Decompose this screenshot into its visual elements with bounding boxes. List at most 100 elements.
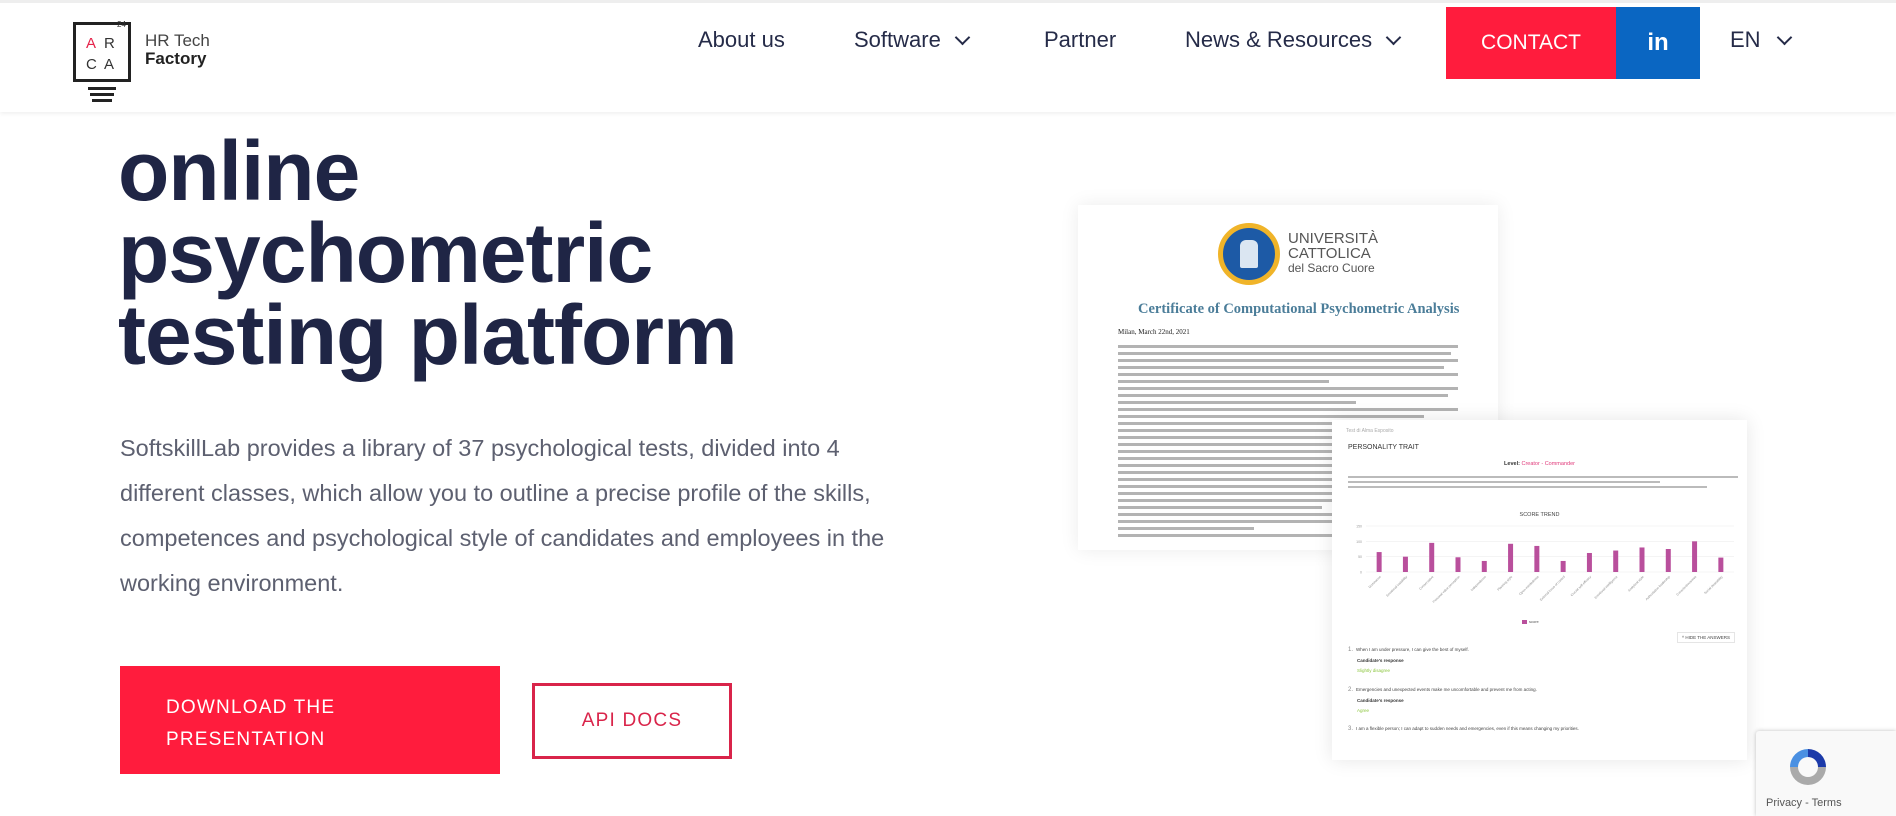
nav-label: News & Resources — [1185, 27, 1373, 52]
language-selector[interactable]: EN — [1730, 27, 1792, 53]
certificate-text-line — [1118, 527, 1254, 530]
chart-bar — [1718, 557, 1724, 572]
nav-label: About us — [698, 27, 785, 52]
logo-superscript: 24 — [117, 20, 126, 29]
chart-bar — [1508, 543, 1514, 572]
certificate-date: Milan, March 22nd, 2021 — [1118, 328, 1190, 336]
logo-letter: A — [104, 56, 117, 73]
response-value: Slightly disagree — [1357, 668, 1391, 673]
hero-title-line: testing platform — [118, 288, 738, 382]
language-label: EN — [1730, 27, 1761, 52]
download-presentation-button[interactable]: DOWNLOAD THE PRESENTATION — [120, 666, 500, 774]
certificate-text-line — [1118, 506, 1322, 509]
x-tick-label: Emotional intelligence — [1594, 575, 1619, 600]
nav-partner[interactable]: Partner — [1044, 27, 1116, 53]
x-tick-label: External locus of control — [1539, 575, 1566, 602]
x-tick-label: Analytical style — [1627, 575, 1645, 593]
y-tick-label: 150 — [1356, 525, 1362, 529]
x-tick-label: Conservative — [1418, 575, 1434, 591]
hero-title-line: psychometric — [118, 206, 653, 300]
button-label-line: DOWNLOAD THE — [166, 697, 336, 718]
chart-bar — [1560, 560, 1566, 572]
linkedin-button[interactable]: in — [1616, 7, 1700, 79]
question-item: 2. Emergencies and unexpected events make… — [1348, 687, 1537, 693]
legend-swatch — [1522, 619, 1527, 624]
chart-bar — [1586, 552, 1592, 572]
chart-bar — [1481, 560, 1487, 572]
certificate-text-line — [1118, 534, 1356, 537]
x-tick-label: Authoritative leadership — [1645, 575, 1672, 602]
api-docs-button[interactable]: API DOCS — [532, 683, 732, 759]
question-item: 3. I am a flexible person; I can adapt to… — [1348, 726, 1579, 732]
question-number: 2. — [1348, 687, 1354, 693]
y-tick-label: 100 — [1356, 540, 1362, 544]
certificate-text-line — [1118, 408, 1458, 411]
response-label: Candidate's response — [1357, 658, 1404, 663]
site-header: A R C A 24 HR Tech Factory About us Soft… — [0, 0, 1896, 112]
level-label: Level: — [1504, 461, 1520, 467]
hide-answers-button: ^ HIDE THE ANSWERS — [1676, 632, 1735, 643]
logo-letter: C — [86, 56, 99, 73]
logo-box: A R C A — [73, 22, 131, 82]
button-label-line: PRESENTATION — [166, 729, 326, 750]
certificate-text-line — [1118, 387, 1458, 390]
recaptcha-badge[interactable]: Privacy - Terms — [1756, 731, 1896, 816]
question-number: 3. — [1348, 726, 1354, 732]
certificate-title: Certificate of Computational Psychometri… — [1138, 301, 1460, 317]
chart-bar — [1665, 549, 1671, 572]
contact-button[interactable]: CONTACT — [1446, 7, 1616, 79]
nav-news-resources[interactable]: News & Resources — [1185, 27, 1402, 53]
chart-bar — [1402, 556, 1408, 572]
linkedin-icon: in — [1647, 29, 1669, 56]
report-back-link: Test di Alma Esposito — [1346, 428, 1394, 434]
university-name-line: CATTOLICA — [1288, 245, 1371, 262]
university-name-line: del Sacro Cuore — [1288, 261, 1375, 275]
university-seal-icon — [1218, 223, 1280, 285]
chart-bar — [1692, 541, 1698, 572]
level-value: Creator - Commander — [1521, 461, 1575, 467]
university-name-line: UNIVERSITÀ — [1288, 230, 1379, 247]
chart-bar — [1613, 550, 1619, 572]
certificate-text-line — [1118, 359, 1458, 362]
certificate-text-line — [1118, 401, 1356, 404]
chevron-down-icon — [954, 29, 971, 45]
terms-link[interactable]: Terms — [1812, 797, 1842, 809]
university-name: UNIVERSITÀ CATTOLICA del Sacro Cuore — [1288, 231, 1378, 276]
x-tick-label: Social desirability — [1703, 575, 1724, 596]
certificate-text-line — [1118, 366, 1445, 369]
logo-text-line1: HR Tech — [145, 31, 210, 50]
hero-title-line: online — [118, 124, 360, 218]
logo-letter: A — [86, 35, 99, 52]
chart-bar — [1376, 552, 1382, 572]
x-tick-label: Crucial self-efficacy — [1570, 575, 1593, 598]
certificate-text-line — [1118, 394, 1448, 397]
report-description — [1348, 476, 1738, 491]
hero-title: online psychometric testing platform — [118, 124, 878, 382]
x-tick-label: Conscientiousness — [1676, 575, 1698, 597]
nav-about-us[interactable]: About us — [698, 27, 785, 53]
arca-logo[interactable]: A R C A 24 HR Tech Factory — [73, 19, 233, 102]
response-label: Candidate's response — [1357, 698, 1404, 703]
report-level: Level: Creator - Commander — [1332, 461, 1747, 467]
certificate-text-line — [1118, 352, 1452, 355]
y-tick-label: 50 — [1358, 555, 1362, 559]
chart-title: SCORE TREND — [1519, 512, 1560, 518]
recaptcha-icon — [1790, 749, 1826, 785]
chart-bar — [1455, 557, 1461, 572]
x-tick-label: Emotional instability — [1385, 575, 1408, 598]
report-preview: Test di Alma Esposito PERSONALITY TRAIT … — [1332, 420, 1747, 760]
report-section-title: PERSONALITY TRAIT — [1348, 444, 1419, 451]
question-text: When I am under pressure, I can give the… — [1356, 647, 1469, 652]
recaptcha-links: Privacy - Terms — [1766, 797, 1842, 809]
nav-software[interactable]: Software — [854, 27, 971, 53]
x-tick-label: Independence — [1470, 575, 1487, 592]
hero-description: SoftskillLab provides a library of 37 ps… — [120, 435, 885, 596]
response-value: Agree — [1357, 708, 1370, 713]
privacy-link[interactable]: Privacy — [1766, 797, 1802, 809]
logo-text-line2: Factory — [145, 49, 207, 68]
x-tick-label: Planning style — [1496, 575, 1513, 592]
question-number: 1. — [1348, 647, 1354, 653]
logo-base-line — [90, 93, 114, 96]
score-trend-chart: 0 50 100 150 Dominance Emotional instability C… — [1356, 525, 1734, 604]
logo-letter: R — [104, 35, 117, 52]
